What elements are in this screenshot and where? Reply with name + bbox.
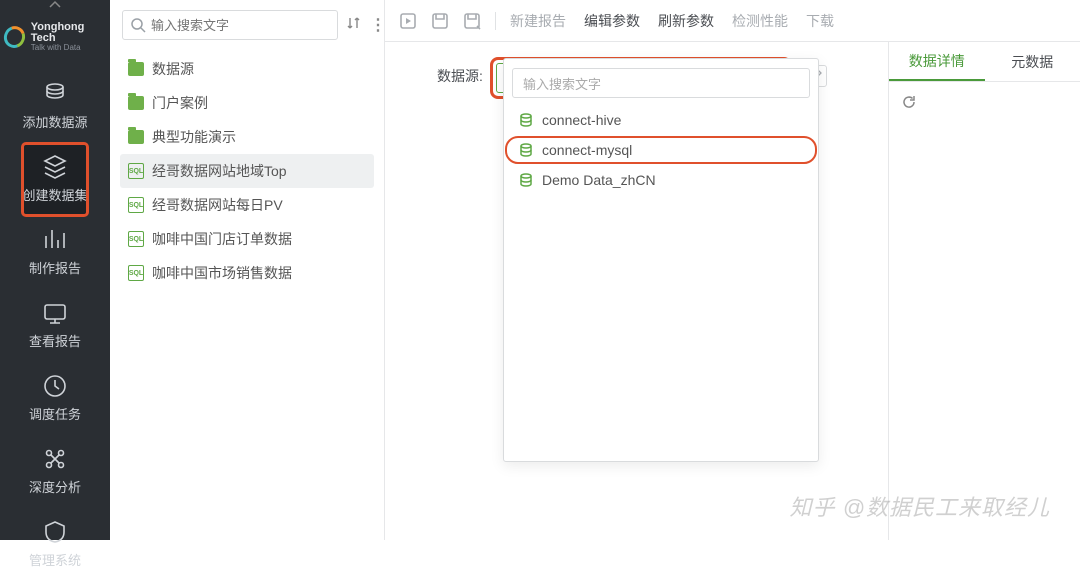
- tree-panel: ⋮ 数据源门户案例典型功能演示SQL经哥数据网站地域TopSQL经哥数据网站每日…: [110, 0, 385, 540]
- sql-icon: SQL: [128, 265, 144, 281]
- more-icon[interactable]: ⋮: [370, 15, 386, 35]
- nav-icon-4: [41, 372, 69, 400]
- database-icon: [518, 142, 534, 158]
- toolbar-saveas-icon[interactable]: [463, 12, 481, 30]
- tree-item-4[interactable]: SQL经哥数据网站每日PV: [120, 188, 374, 222]
- nav-icon-3: [41, 299, 69, 327]
- folder-icon: [128, 96, 144, 110]
- folder-icon: [128, 62, 144, 76]
- sql-icon: SQL: [128, 231, 144, 247]
- toolbar: 新建报告编辑参数刷新参数检测性能下载: [385, 0, 1080, 42]
- nav-icon-1: [41, 153, 69, 181]
- logo-icon: [0, 23, 28, 52]
- database-icon: [518, 112, 534, 128]
- toolbar-link-2[interactable]: 刷新参数: [658, 11, 714, 31]
- watermark: 知乎 @数据民工来取经儿: [790, 490, 1050, 522]
- search-icon: [130, 17, 146, 38]
- nav-item-3[interactable]: 查看报告: [22, 289, 87, 362]
- ds-option-0[interactable]: connect-hive: [504, 105, 818, 135]
- nav-item-1[interactable]: 创建数据集: [22, 143, 87, 216]
- toolbar-run-icon[interactable]: [399, 12, 417, 30]
- nav-icon-5: [41, 445, 69, 473]
- right-panel: 数据详情 元数据: [888, 42, 1080, 540]
- separator: [495, 12, 496, 30]
- tab-data-detail[interactable]: 数据详情: [889, 42, 985, 81]
- toolbar-save-icon[interactable]: [431, 12, 449, 30]
- main-area: 新建报告编辑参数刷新参数检测性能下载 数据源: 输入搜索文字 connect-h…: [385, 0, 1080, 540]
- nav-item-6[interactable]: 管理系统: [22, 508, 87, 581]
- toolbar-link-0[interactable]: 新建报告: [510, 11, 566, 31]
- tree-item-3[interactable]: SQL经哥数据网站地域Top: [120, 154, 374, 188]
- brand-logo: Yonghong TechTalk with Data: [0, 10, 110, 70]
- folder-icon: [128, 130, 144, 144]
- nav-item-2[interactable]: 制作报告: [22, 216, 87, 289]
- tab-metadata[interactable]: 元数据: [985, 42, 1080, 81]
- brand-name: Yonghong Tech: [31, 22, 106, 44]
- datasource-label: 数据源:: [437, 60, 483, 86]
- sql-icon: SQL: [128, 163, 144, 179]
- sql-icon: SQL: [128, 197, 144, 213]
- nav-collapse-icon[interactable]: [0, 0, 110, 10]
- brand-tag: Talk with Data: [31, 44, 106, 52]
- sort-icon[interactable]: [346, 15, 362, 36]
- tree-item-1[interactable]: 门户案例: [120, 86, 374, 120]
- nav-icon-2: [41, 226, 69, 254]
- nav-item-0[interactable]: 添加数据源: [22, 70, 87, 143]
- tree-item-0[interactable]: 数据源: [120, 52, 374, 86]
- database-icon: [518, 172, 534, 188]
- left-nav: Yonghong TechTalk with Data 添加数据源创建数据集制作…: [0, 0, 110, 540]
- nav-item-4[interactable]: 调度任务: [22, 362, 87, 435]
- ds-option-1[interactable]: connect-mysql: [504, 135, 818, 165]
- nav-item-5[interactable]: 深度分析: [22, 435, 87, 508]
- dropdown-search-input[interactable]: 输入搜索文字: [512, 68, 810, 98]
- toolbar-link-4[interactable]: 下载: [806, 11, 834, 31]
- toolbar-link-1[interactable]: 编辑参数: [584, 11, 640, 31]
- tree-item-2[interactable]: 典型功能演示: [120, 120, 374, 154]
- toolbar-link-3[interactable]: 检测性能: [732, 11, 788, 31]
- tree-search-input[interactable]: [122, 10, 338, 40]
- datasource-dropdown: 输入搜索文字 connect-hiveconnect-mysqlDemo Dat…: [503, 58, 819, 462]
- tree-item-6[interactable]: SQL咖啡中国市场销售数据: [120, 256, 374, 290]
- ds-option-2[interactable]: Demo Data_zhCN: [504, 165, 818, 195]
- tree-list: 数据源门户案例典型功能演示SQL经哥数据网站地域TopSQL经哥数据网站每日PV…: [110, 50, 384, 292]
- nav-icon-0: [41, 80, 69, 108]
- tree-item-5[interactable]: SQL咖啡中国门店订单数据: [120, 222, 374, 256]
- nav-icon-6: [41, 518, 69, 546]
- refresh-icon[interactable]: [889, 82, 1080, 127]
